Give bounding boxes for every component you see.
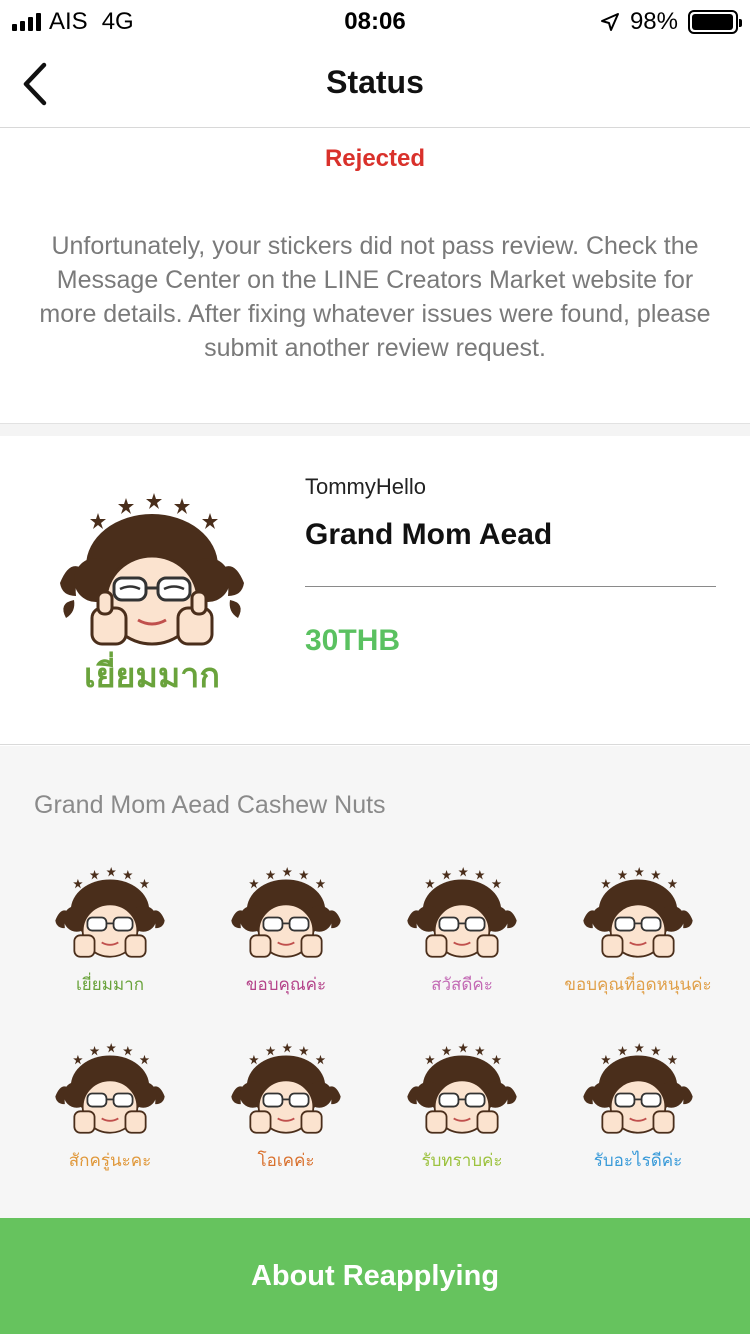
sticker-item[interactable]: รับอะไรดีค่ะ (550, 1040, 726, 1180)
status-section: Rejected Unfortunately, your stickers di… (0, 129, 750, 423)
sticker-item[interactable]: ขอบคุณค่ะ (198, 864, 374, 1004)
grandma-sticker-icon (407, 1042, 517, 1134)
status-bar-right: 98% (600, 8, 742, 36)
nav-bar: Status (0, 40, 750, 128)
product-title: Grand Mom Aead (305, 518, 553, 551)
section-divider (0, 423, 750, 436)
sticker-item[interactable]: เยี่ยมมาก (22, 864, 198, 1004)
sticker-item[interactable]: ขอบคุณที่อุดหนุนค่ะ (550, 864, 726, 1004)
grandma-sticker-icon (231, 866, 341, 958)
location-arrow-icon (600, 13, 619, 31)
grandma-sticker-icon (407, 866, 517, 958)
author-name: TommyHello (305, 474, 427, 499)
grandma-sticker-icon (583, 1042, 693, 1134)
status-message: Unfortunately, your stickers did not pas… (39, 232, 711, 362)
grandma-sticker-icon (55, 1042, 165, 1134)
sticker-item[interactable]: สักครู่นะคะ (22, 1040, 198, 1180)
sticker-caption: โอเคค่ะ (257, 1151, 315, 1170)
sticker-caption: รับทราบค่ะ (421, 1151, 503, 1170)
battery-icon (688, 10, 742, 34)
sticker-caption: ขอบคุณค่ะ (245, 975, 327, 994)
sticker-set-title: Grand Mom Aead Cashew Nuts (34, 791, 386, 819)
price-label: 30THB (305, 624, 401, 657)
status-badge: Rejected (324, 145, 426, 172)
sticker-caption: สวัสดีค่ะ (431, 975, 493, 994)
sticker-caption: ขอบคุณที่อุดหนุนค่ะ (564, 975, 712, 994)
about-reapplying-button[interactable]: About Reapplying (0, 1218, 750, 1334)
product-divider (305, 586, 716, 587)
main-sticker-image: เยี่ยมมาก (52, 488, 252, 698)
sticker-set-section: Grand Mom Aead Cashew Nuts เยี่ยมมาก ขอบ… (0, 746, 750, 1218)
sticker-caption: เยี่ยมมาก (76, 975, 144, 994)
grandma-sticker-icon (583, 866, 693, 958)
sticker-caption: รับอะไรดีค่ะ (593, 1151, 683, 1170)
grandma-sticker-icon (231, 1042, 341, 1134)
battery-percent: 98% (629, 8, 678, 35)
product-card: เยี่ยมมาก TommyHello Grand Mom Aead 30TH… (0, 436, 750, 745)
grandma-sticker-icon (55, 866, 165, 958)
page-title: Status (326, 64, 424, 100)
battery-fill (692, 14, 734, 30)
sticker-item[interactable]: สวัสดีค่ะ (374, 864, 550, 1004)
status-bar: AIS 4G 08:06 98% (0, 0, 750, 40)
sticker-item[interactable]: รับทราบค่ะ (374, 1040, 550, 1180)
sticker-item[interactable]: โอเคค่ะ (198, 1040, 374, 1180)
main-sticker-caption: เยี่ยมมาก (84, 657, 220, 695)
sticker-caption: สักครู่นะคะ (68, 1151, 152, 1170)
